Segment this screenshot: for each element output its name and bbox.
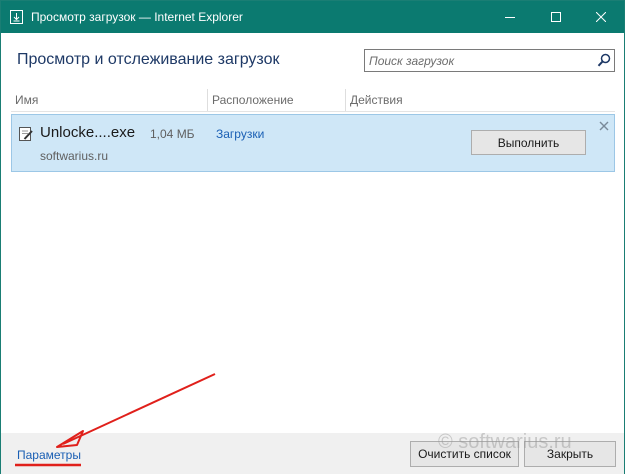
file-icon bbox=[19, 127, 33, 141]
close-icon bbox=[596, 12, 606, 22]
minimize-button[interactable] bbox=[487, 1, 533, 33]
search-box[interactable] bbox=[364, 49, 615, 72]
download-row[interactable]: Unlocke....exe 1,04 МБ softwarius.ru Заг… bbox=[11, 114, 615, 172]
maximize-icon bbox=[551, 12, 561, 22]
column-header-actions[interactable]: Действия bbox=[345, 89, 615, 111]
search-icon[interactable] bbox=[597, 53, 611, 68]
maximize-button[interactable] bbox=[533, 1, 579, 33]
run-button[interactable]: Выполнить bbox=[471, 130, 586, 155]
title-bar: Просмотр загрузок — Internet Explorer bbox=[1, 1, 624, 33]
close-window-button[interactable] bbox=[578, 1, 624, 33]
file-location-link[interactable]: Загрузки bbox=[216, 126, 264, 142]
watermark: © softwarius.ru bbox=[438, 431, 572, 453]
downloads-app-icon bbox=[10, 10, 23, 24]
window-title: Просмотр загрузок — Internet Explorer bbox=[31, 10, 243, 24]
settings-link[interactable]: Параметры bbox=[17, 447, 81, 463]
minimize-icon bbox=[505, 17, 515, 18]
file-size: 1,04 МБ bbox=[150, 127, 195, 141]
downloads-window: Просмотр загрузок — Internet Explorer Пр… bbox=[0, 0, 625, 474]
file-source: softwarius.ru bbox=[40, 149, 109, 163]
file-name: Unlocke....exe bbox=[40, 124, 136, 141]
column-header-location[interactable]: Расположение bbox=[207, 89, 345, 111]
search-input[interactable] bbox=[369, 52, 589, 69]
header-divider bbox=[11, 111, 615, 112]
column-header-name[interactable]: Имя bbox=[11, 89, 207, 111]
close-icon[interactable] bbox=[599, 121, 609, 131]
page-title: Просмотр и отслеживание загрузок bbox=[17, 51, 280, 68]
